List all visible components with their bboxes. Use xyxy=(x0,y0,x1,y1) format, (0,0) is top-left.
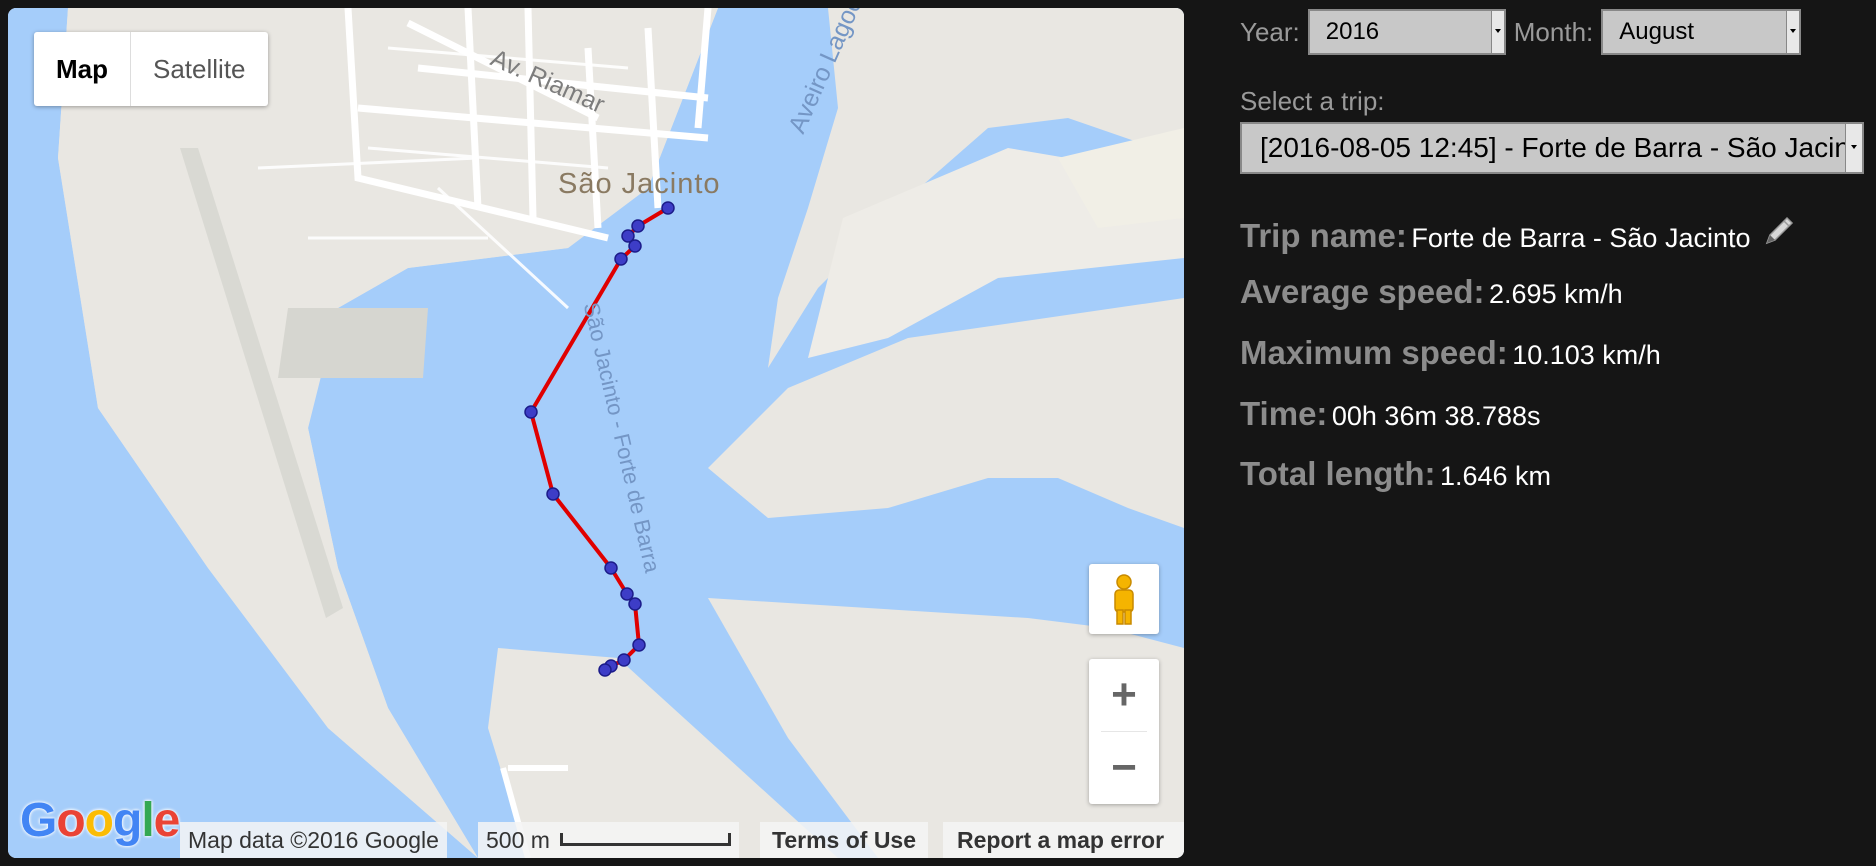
time-value: 00h 36m 38.788s xyxy=(1331,401,1541,431)
trip-point-marker[interactable] xyxy=(661,201,675,215)
trip-select[interactable]: [2016-08-05 12:45] - Forte de Barra - Sã… xyxy=(1240,122,1864,174)
terms-of-use-link[interactable]: Terms of Use xyxy=(760,822,929,858)
map-type-map-button[interactable]: Map xyxy=(34,32,130,106)
average-speed-stat: Average speed: 2.695 km/h xyxy=(1240,273,1623,311)
zoom-out-button[interactable]: − xyxy=(1089,732,1159,804)
map[interactable]: São Jacinto Av. Riamar Aveiro Lagoon São… xyxy=(8,8,1184,858)
street-view-pegman[interactable] xyxy=(1089,564,1159,634)
map-scale-label: 500 m xyxy=(486,827,550,853)
maximum-speed-value: 10.103 km/h xyxy=(1512,340,1661,370)
trip-point-marker[interactable] xyxy=(598,663,612,677)
month-select[interactable]: August xyxy=(1601,9,1802,55)
map-type-control: Map Satellite xyxy=(34,32,268,106)
time-stat: Time: 00h 36m 38.788s xyxy=(1240,395,1541,433)
time-label: Time: xyxy=(1240,395,1328,432)
pencil-icon[interactable] xyxy=(1761,213,1797,254)
trip-select-value: [2016-08-05 12:45] - Forte de Barra - Sã… xyxy=(1260,132,1864,163)
chevron-down-icon xyxy=(1786,11,1800,53)
zoom-in-button[interactable]: + xyxy=(1089,659,1159,731)
zoom-control: + − xyxy=(1089,659,1159,804)
trip-point-marker[interactable] xyxy=(524,405,538,419)
average-speed-value: 2.695 km/h xyxy=(1489,279,1623,309)
chevron-down-icon xyxy=(1845,124,1862,172)
year-select[interactable]: 2016 xyxy=(1307,9,1506,55)
map-label-town: São Jacinto xyxy=(558,168,721,200)
map-scale-bar xyxy=(559,832,731,846)
map-canvas[interactable] xyxy=(8,8,1184,858)
google-logo[interactable]: Google xyxy=(20,793,180,848)
trip-point-marker[interactable] xyxy=(604,561,618,575)
zoom-out-icon: − xyxy=(1111,743,1137,792)
trip-name-stat: Trip name: Forte de Barra - São Jacinto xyxy=(1240,213,1797,255)
total-length-value: 1.646 km xyxy=(1439,461,1552,491)
month-select-value: August xyxy=(1619,18,1694,45)
trip-select-label: Select a trip: xyxy=(1240,86,1385,116)
trip-point-marker[interactable] xyxy=(620,587,634,601)
trip-point-marker[interactable] xyxy=(628,597,642,611)
year-label: Year: xyxy=(1240,16,1300,47)
trip-point-marker[interactable] xyxy=(631,219,645,233)
year-select-value: 2016 xyxy=(1325,18,1380,45)
pegman-icon xyxy=(1114,574,1134,625)
trip-point-marker[interactable] xyxy=(546,487,560,501)
trip-name-label: Trip name: xyxy=(1240,217,1407,254)
total-length-label: Total length: xyxy=(1240,455,1436,492)
trip-point-marker[interactable] xyxy=(628,239,642,253)
zoom-in-icon: + xyxy=(1111,670,1137,719)
maximum-speed-stat: Maximum speed: 10.103 km/h xyxy=(1240,334,1661,372)
total-length-stat: Total length: 1.646 km xyxy=(1240,455,1551,493)
average-speed-label: Average speed: xyxy=(1240,273,1485,310)
date-filter-row: Year: 2016 Month: August xyxy=(1240,9,1802,55)
maximum-speed-label: Maximum speed: xyxy=(1240,334,1508,371)
chevron-down-icon xyxy=(1490,11,1504,53)
trip-point-marker[interactable] xyxy=(614,252,628,266)
trip-point-marker[interactable] xyxy=(632,638,646,652)
map-airstrip xyxy=(278,308,428,378)
report-map-error-link[interactable]: Report a map error xyxy=(943,822,1184,858)
month-label: Month: xyxy=(1513,16,1594,47)
trip-name-value: Forte de Barra - São Jacinto xyxy=(1411,223,1751,253)
map-data-attribution: Map data ©2016 Google xyxy=(180,822,447,858)
trip-point-marker[interactable] xyxy=(617,653,631,667)
map-type-satellite-button[interactable]: Satellite xyxy=(130,32,268,106)
map-scale[interactable]: 500 m xyxy=(478,822,739,858)
